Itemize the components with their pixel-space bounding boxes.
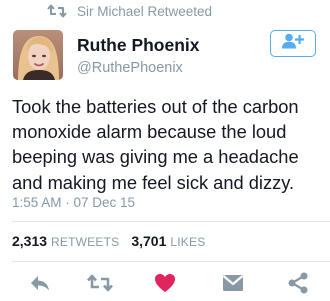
follow-user-plus-icon [281, 33, 305, 54]
divider [12, 221, 330, 222]
tweet-stats: 2,313 RETWEETS 3,701 LIKES [12, 233, 205, 249]
retweet-context: Sir Michael Retweeted [47, 2, 212, 20]
retweet-button[interactable] [86, 273, 114, 297]
likes-count[interactable]: 3,701 [131, 233, 166, 249]
heart-icon [154, 273, 176, 298]
divider [12, 261, 330, 262]
tweet-text: Took the batteries out of the carbon mon… [12, 96, 299, 193]
likes-label[interactable]: LIKES [170, 235, 205, 249]
author-info: Ruthe Phoenix @RuthePhoenix [77, 35, 200, 79]
retweets-count[interactable]: 2,313 [12, 233, 47, 249]
share-icon [287, 272, 309, 299]
action-bar [0, 272, 330, 299]
reply-icon [29, 274, 51, 297]
retweet-icon [87, 274, 113, 297]
tweet-timestamp[interactable]: 1:55 AM · 07 Dec 15 [12, 195, 135, 210]
follow-button[interactable] [270, 30, 316, 57]
retweet-context-text[interactable]: Sir Michael Retweeted [77, 4, 212, 19]
tweet-page: Sir Michael Retweeted Ruthe Phoenix @Rut… [0, 0, 330, 301]
reply-button[interactable] [26, 273, 54, 297]
share-button[interactable] [284, 272, 312, 299]
direct-message-icon [222, 274, 244, 297]
like-button[interactable] [151, 273, 179, 297]
avatar[interactable] [13, 30, 63, 80]
author-name[interactable]: Ruthe Phoenix [77, 35, 200, 56]
retweet-icon [47, 4, 67, 18]
message-button[interactable] [219, 273, 247, 297]
author-handle[interactable]: @RuthePhoenix [77, 58, 200, 79]
retweets-label[interactable]: RETWEETS [51, 235, 119, 249]
